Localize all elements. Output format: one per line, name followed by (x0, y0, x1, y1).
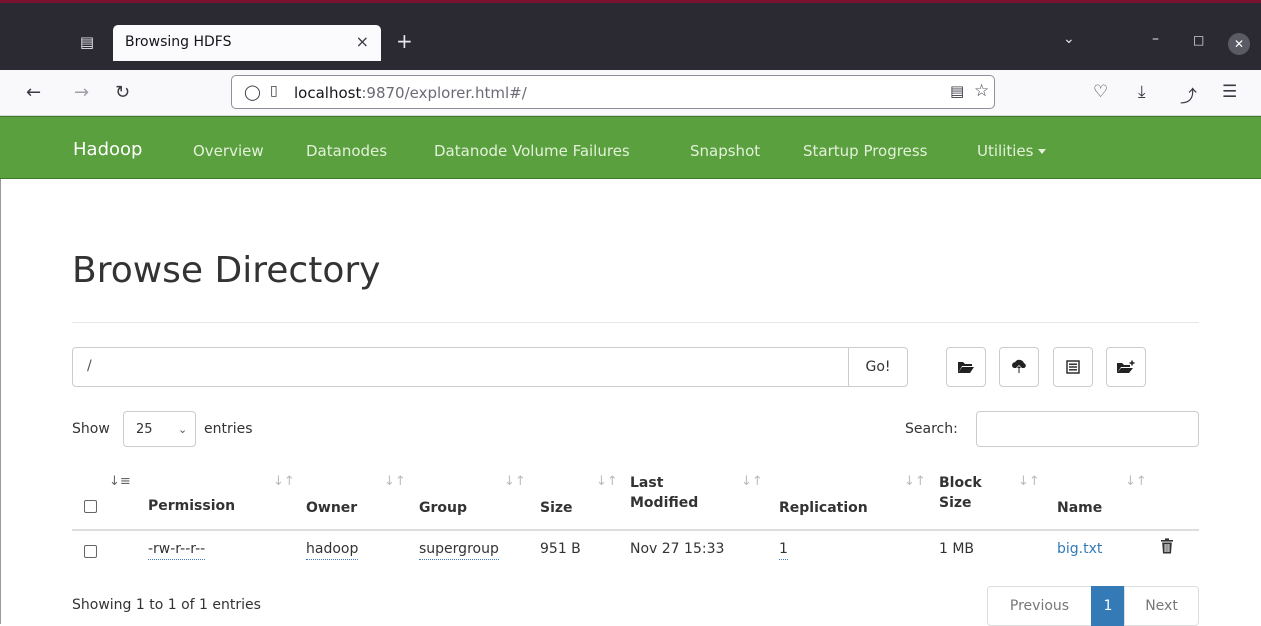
search-input[interactable] (976, 411, 1199, 447)
row-checkbox[interactable] (84, 545, 97, 558)
entries-label: entries (204, 421, 253, 437)
sort-icon[interactable]: ↓↑ (273, 474, 295, 489)
title-divider (72, 322, 1199, 323)
header-block-size[interactable]: Block Size (939, 473, 982, 513)
page-title: Browse Directory (72, 250, 381, 291)
url-bar[interactable]: ◯ ▯ localhost:9870/explorer.html#/ ▤ ☆ (231, 75, 995, 109)
header-group-label: Group (419, 500, 468, 516)
hadoop-navbar: Hadoop Overview Datanodes Datanode Volum… (0, 116, 1261, 179)
nav-snapshot[interactable]: Snapshot (690, 142, 760, 160)
new-tab-button[interactable]: + (396, 29, 413, 53)
header-owner[interactable]: Owner (306, 498, 357, 518)
folder-open-icon (958, 362, 974, 373)
delete-trash-icon[interactable] (1160, 538, 1174, 558)
header-size[interactable]: Size (540, 498, 573, 518)
open-folder-button[interactable] (946, 347, 986, 387)
header-permission-label: Permission (148, 498, 236, 514)
list-button[interactable] (1053, 347, 1093, 387)
sort-icon[interactable]: ↓↑ (1125, 474, 1147, 489)
tab-list-icon[interactable]: ▤ (76, 31, 98, 53)
extensions-icon[interactable]: ⤴ (1180, 82, 1197, 107)
window-edge (0, 179, 1, 624)
sort-icon[interactable]: ↓↑ (596, 474, 618, 489)
reload-icon[interactable]: ↻ (115, 82, 130, 103)
sort-icon[interactable]: ↓↑ (741, 474, 763, 489)
header-group[interactable]: Group (419, 498, 467, 518)
directory-path-input[interactable]: / (72, 347, 849, 387)
nav-datanode-volume-failures[interactable]: Datanode Volume Failures (434, 142, 630, 160)
next-page-button[interactable]: Next (1124, 586, 1199, 626)
hadoop-brand[interactable]: Hadoop (73, 139, 142, 160)
maximize-icon[interactable]: □ (1193, 33, 1204, 47)
download-icon[interactable]: ⤓ (1138, 82, 1146, 102)
page-length-select[interactable]: 25 ⌄ (123, 411, 196, 447)
cell-group[interactable]: supergroup (419, 541, 499, 560)
header-replication-label: Replication (779, 500, 868, 516)
cell-name-link[interactable]: big.txt (1057, 541, 1102, 557)
cell-size: 951 B (540, 541, 581, 557)
header-replication[interactable]: Replication (779, 498, 868, 518)
nav-utilities-label: Utilities (977, 142, 1034, 160)
url-host: localhost (294, 84, 362, 102)
header-block-size-line2: Size (939, 495, 972, 511)
create-directory-button[interactable] (1106, 347, 1146, 387)
header-permission[interactable]: Permission (148, 496, 235, 516)
cell-replication[interactable]: 1 (779, 541, 788, 560)
sort-icon[interactable]: ↓↑ (904, 474, 926, 489)
upload-cloud-icon (1012, 359, 1026, 373)
browser-titlebar: ▤ Browsing HDFS × + ⌄ – □ ✕ (0, 0, 1261, 70)
search-label: Search: (905, 421, 958, 437)
header-last-modified-line1: Last (630, 475, 664, 491)
create-directory-icon (1117, 360, 1135, 373)
minimize-icon[interactable]: – (1152, 31, 1159, 47)
upload-button[interactable] (999, 347, 1039, 387)
cell-last-modified: Nov 27 15:33 (630, 541, 725, 557)
sort-icon[interactable]: ↓↑ (1018, 474, 1040, 489)
table-info: Showing 1 to 1 of 1 entries (72, 597, 261, 613)
page-1-button[interactable]: 1 (1091, 586, 1125, 626)
url-path: :9870/explorer.html#/ (361, 84, 527, 102)
shield-icon[interactable]: ◯ (244, 83, 261, 101)
table-header-divider (72, 529, 1199, 531)
tab-title: Browsing HDFS (125, 34, 232, 50)
list-icon (1066, 360, 1080, 374)
chevron-down-icon[interactable]: ⌄ (1063, 31, 1075, 47)
header-name-label: Name (1057, 500, 1103, 516)
nav-datanodes[interactable]: Datanodes (306, 142, 387, 160)
cell-owner[interactable]: hadoop (306, 541, 359, 560)
pocket-icon[interactable]: ♡ (1093, 82, 1108, 102)
go-button[interactable]: Go! (848, 347, 908, 387)
nav-startup-progress[interactable]: Startup Progress (803, 142, 927, 160)
show-label: Show (72, 421, 110, 437)
browser-tab[interactable]: Browsing HDFS × (113, 25, 381, 61)
header-last-modified[interactable]: Last Modified (630, 473, 698, 513)
sort-icon[interactable]: ↓↑ (384, 474, 406, 489)
page-length-value: 25 (136, 422, 153, 437)
cell-block-size: 1 MB (939, 541, 975, 557)
caret-down-icon (1038, 149, 1047, 154)
sort-asc-icon[interactable]: ↓≡ (109, 474, 131, 489)
previous-page-button[interactable]: Previous (987, 586, 1092, 626)
forward-icon[interactable]: → (74, 82, 89, 103)
page-icon[interactable]: ▯ (270, 83, 278, 99)
header-owner-label: Owner (306, 500, 358, 516)
header-size-label: Size (540, 500, 573, 516)
close-icon[interactable]: ✕ (1228, 33, 1250, 55)
url-text[interactable]: localhost:9870/explorer.html#/ (294, 84, 527, 102)
nav-utilities-dropdown[interactable]: Utilities (977, 142, 1047, 160)
cell-permission[interactable]: -rw-r--r-- (148, 541, 206, 560)
back-icon[interactable]: ← (26, 82, 41, 103)
header-name[interactable]: Name (1057, 498, 1102, 518)
header-block-size-line1: Block (939, 475, 982, 491)
menu-icon[interactable]: ☰ (1222, 82, 1237, 102)
tab-close-icon[interactable]: × (356, 32, 369, 51)
trash-icon (1161, 538, 1173, 554)
nav-overview[interactable]: Overview (193, 142, 264, 160)
reader-view-icon[interactable]: ▤ (950, 82, 964, 100)
sort-icon[interactable]: ↓↑ (504, 474, 526, 489)
header-last-modified-line2: Modified (630, 495, 699, 511)
bookmark-star-icon[interactable]: ☆ (974, 81, 989, 101)
chevron-down-icon: ⌄ (178, 423, 188, 436)
select-all-checkbox[interactable] (84, 500, 97, 513)
